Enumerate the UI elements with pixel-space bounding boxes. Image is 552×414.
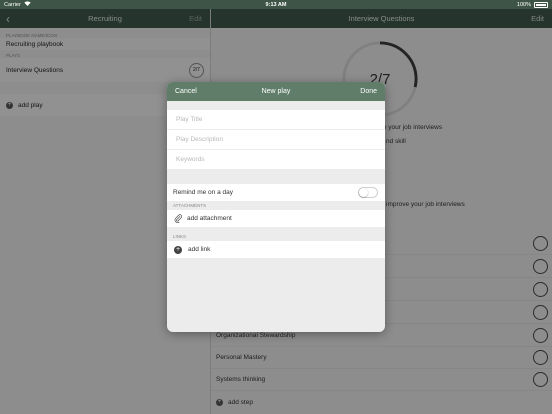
status-bar: Carrier 9:13 AM 100% <box>0 0 552 9</box>
add-link-label: add link <box>188 246 211 253</box>
battery-percent: 100% <box>516 1 531 8</box>
modal-title: New play <box>261 88 291 95</box>
modal-spacer <box>167 101 385 110</box>
modal-header: Cancel New play Done <box>167 82 385 101</box>
done-button[interactable]: Done <box>360 88 377 95</box>
cancel-button[interactable]: Cancel <box>175 88 197 95</box>
keywords-input[interactable]: Keywords <box>167 150 385 170</box>
links-section-label: LINKS <box>173 234 187 239</box>
battery-icon <box>534 1 548 8</box>
paperclip-icon <box>174 214 182 223</box>
play-title-input[interactable]: Play Title <box>167 110 385 130</box>
add-attachment-label: add attachment <box>187 215 232 222</box>
modal-spacer <box>167 170 385 184</box>
add-link-button[interactable]: + add link <box>167 241 385 258</box>
new-play-modal: Cancel New play Done Play Title Play Des… <box>167 82 385 332</box>
carrier-label: Carrier <box>4 1 21 8</box>
attachments-section-label: ATTACHMENTS <box>173 203 207 208</box>
status-time: 9:13 AM <box>265 1 287 8</box>
remind-row: Remind me on a day <box>167 184 385 201</box>
play-description-input[interactable]: Play Description <box>167 130 385 150</box>
add-attachment-button[interactable]: add attachment <box>167 210 385 227</box>
wifi-icon <box>24 1 31 8</box>
plus-circle-icon: + <box>174 245 182 254</box>
remind-toggle[interactable] <box>358 187 378 198</box>
remind-label: Remind me on a day <box>173 189 233 196</box>
